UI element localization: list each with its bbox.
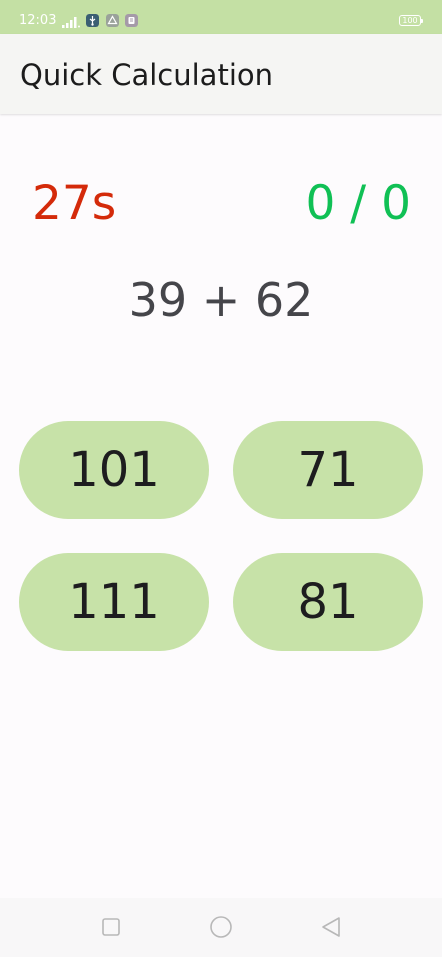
score: 0 / 0: [305, 176, 411, 231]
recent-apps-icon[interactable]: [98, 914, 124, 940]
answer-button-2[interactable]: 71: [233, 421, 423, 519]
status-time: 12:03: [19, 13, 57, 28]
question: 39 + 62: [128, 273, 314, 327]
answer-button-3[interactable]: 111: [19, 553, 209, 651]
usb-icon: [86, 14, 99, 27]
drive-icon: [106, 14, 119, 27]
timer: 27s: [32, 176, 117, 231]
status-bar: 12:03 100: [0, 0, 442, 34]
app-icon: [125, 14, 138, 27]
app-title: Quick Calculation: [20, 58, 273, 92]
answer-button-1[interactable]: 101: [19, 421, 209, 519]
signal-icon: [62, 17, 80, 28]
battery-indicator: 100: [399, 15, 423, 26]
answer-button-4[interactable]: 81: [233, 553, 423, 651]
screen: 12:03 100 Quick Calculation 27s 0 / 0 39…: [0, 0, 442, 957]
back-icon[interactable]: [318, 914, 344, 940]
home-icon[interactable]: [208, 914, 234, 940]
